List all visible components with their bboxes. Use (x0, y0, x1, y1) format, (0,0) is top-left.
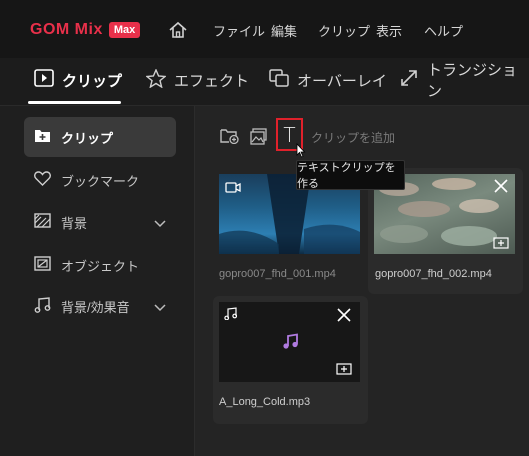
overlay-icon (269, 69, 289, 91)
sidebar-item-label: ブックマーク (61, 173, 140, 189)
tab-clip[interactable]: クリップ (34, 60, 122, 100)
tab-label: オーバーレイ (297, 72, 387, 90)
menu-view[interactable]: 表示 (376, 21, 402, 40)
add-to-timeline-icon[interactable] (493, 236, 509, 254)
video-camera-icon (225, 180, 241, 198)
background-icon (34, 213, 51, 231)
menu-file[interactable]: ファイル (213, 21, 265, 40)
add-to-timeline-icon[interactable] (336, 362, 352, 380)
clip-icon (34, 69, 54, 91)
heart-icon (34, 171, 51, 189)
clip-name: A_Long_Cold.mp3 (219, 396, 311, 408)
menu-help[interactable]: ヘルプ (424, 21, 463, 40)
sidebar-item-label: クリップ (61, 130, 114, 146)
chevron-down-icon[interactable] (154, 300, 166, 315)
tab-overlay[interactable]: オーバーレイ (269, 60, 387, 100)
music-icon (224, 307, 238, 325)
music-icon (34, 296, 51, 316)
sidebar-item-clip[interactable]: クリップ (24, 117, 176, 157)
sidebar-item-label: オブジェクト (61, 258, 140, 274)
add-clip-label[interactable]: クリップを追加 (311, 129, 395, 146)
clip-card[interactable]: A_Long_Cold.mp3 (213, 296, 368, 424)
tooltip: テキストクリップを作る (296, 160, 405, 190)
app-logo: GOM Mix Max (30, 19, 141, 41)
close-icon[interactable] (336, 307, 352, 328)
home-icon[interactable] (168, 21, 188, 39)
star-icon (145, 67, 167, 92)
active-tab-indicator (28, 101, 121, 104)
sidebar-item-background[interactable]: 背景 (24, 202, 176, 242)
sidebar-item-label: 背景/効果音 (61, 299, 130, 315)
object-icon (34, 256, 51, 274)
tab-label: エフェクト (174, 72, 250, 90)
clip-name: gopro007_fhd_001.mp4 (219, 268, 336, 280)
menu-clip[interactable]: クリップ (318, 21, 370, 40)
sidebar-item-music[interactable]: 背景/効果音 (24, 286, 176, 326)
menu-edit[interactable]: 編集 (271, 21, 297, 40)
tab-transition[interactable]: トランジション (399, 60, 529, 100)
chevron-down-icon[interactable] (154, 216, 166, 231)
clip-name: gopro007_fhd_002.mp4 (375, 268, 492, 280)
clip-add-icon (34, 128, 51, 146)
sidebar-item-label: 背景 (61, 215, 88, 231)
tab-label: トランジション (427, 62, 518, 100)
add-image-icon[interactable] (250, 128, 268, 150)
logo-badge: Max (108, 22, 141, 38)
tab-effect[interactable]: エフェクト (145, 60, 250, 100)
logo-text: GOM Mix (30, 21, 103, 38)
text-t-icon: T (283, 122, 296, 147)
music-note-icon (282, 333, 299, 355)
sidebar-item-object[interactable]: オブジェクト (24, 245, 176, 285)
add-folder-icon[interactable] (220, 128, 239, 149)
close-icon[interactable] (493, 178, 509, 199)
transition-icon (399, 68, 419, 92)
sidebar-item-bookmark[interactable]: ブックマーク (24, 160, 176, 200)
tab-label: クリップ (62, 72, 123, 90)
